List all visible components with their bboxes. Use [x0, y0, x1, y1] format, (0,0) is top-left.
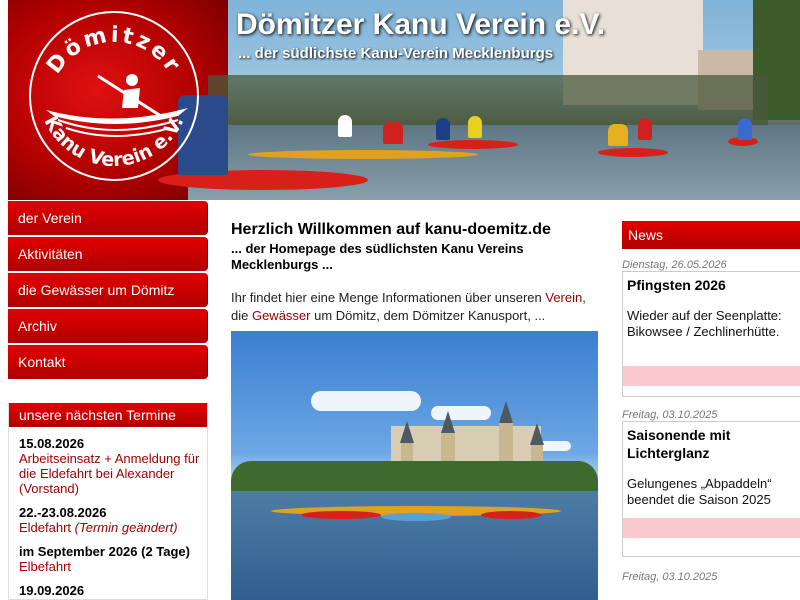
svg-text:Dömitzer: Dömitzer: [42, 22, 186, 78]
news-text: Gelungenes „Abpaddeln“ beendet die Saiso…: [627, 476, 772, 507]
welcome-lead: ... der Homepage des südlichsten Kanu Ve…: [231, 241, 524, 272]
news-card: Pfingsten 2026 Wieder auf der Seenplatte…: [622, 271, 800, 397]
paddler: [436, 118, 450, 140]
news-date: Freitag, 03.10.2025: [622, 571, 718, 583]
kayak: [381, 513, 451, 521]
link-verein[interactable]: Verein: [545, 290, 582, 305]
event-item: im September 2026 (2 Tage) Elbefahrt: [9, 544, 207, 574]
event-item: 22.-23.08.2026 Eldefahrt (Termin geänder…: [9, 505, 207, 535]
event-text: Eldefahrt (Termin geändert): [19, 520, 201, 535]
event-date: im September 2026 (2 Tage): [19, 544, 190, 559]
kayak: [248, 150, 478, 159]
event-text: Arbeitseinsatz + Anmeldung für die Eldef…: [19, 451, 200, 496]
event-note: (Termin geändert): [74, 520, 178, 535]
news-date: Freitag, 03.10.2025: [622, 409, 718, 421]
main-navigation: der Verein Aktivitäten die Gewässer um D…: [8, 201, 208, 381]
kayak: [428, 140, 518, 149]
nav-item-archiv[interactable]: Archiv: [8, 309, 208, 343]
paddler: [468, 116, 482, 138]
nav-item-kontakt[interactable]: Kontakt: [8, 345, 208, 379]
intro-paragraph: Ihr findet hier eine Menge Informationen…: [231, 289, 601, 325]
paddler: [638, 118, 652, 140]
news-footer-bar: [623, 518, 800, 538]
news-item[interactable]: Dienstag, 26.05.2026 Pfingsten 2026 Wied…: [622, 259, 800, 397]
paddler: [738, 118, 752, 140]
site-title: Dömitzer Kanu Verein e.V.: [236, 8, 606, 41]
intro-text: Ihr findet hier eine Menge Informationen…: [231, 290, 546, 305]
event-date: 15.08.2026: [19, 436, 85, 451]
event-date: 19.09.2026: [19, 583, 85, 598]
intro-text: um Dömitz, dem Dömitzer Kanusport, ...: [310, 308, 546, 323]
news-card: Saisonende mit Lichterglanz Gelungenes „…: [622, 421, 800, 557]
kayak: [301, 511, 381, 519]
upcoming-events-box: unsere nächsten Termine 15.08.2026 Arbei…: [8, 403, 208, 600]
paddler: [338, 115, 352, 137]
event-item: 19.09.2026: [9, 583, 207, 598]
header-banner: Dömitzer Kanu Verein e.V. Dömitzer Kanu …: [8, 0, 800, 200]
upcoming-events-heading: unsere nächsten Termine: [9, 403, 207, 427]
news-title[interactable]: Pfingsten 2026: [623, 272, 800, 294]
event-text: Elbefahrt: [19, 559, 72, 574]
news-title[interactable]: Saisonende mit Lichterglanz: [623, 422, 800, 462]
news-footer-bar: [623, 366, 800, 386]
nav-item-gewaesser[interactable]: die Gewässer um Dömitz: [8, 273, 208, 307]
news-item[interactable]: Freitag, 03.10.2025: [622, 571, 800, 583]
logo-text-top: Dömitzer: [42, 22, 183, 78]
news-date: Dienstag, 26.05.2026: [622, 259, 727, 271]
news-sidebar: News Dienstag, 26.05.2026 Pfingsten 2026…: [622, 221, 800, 583]
event-item: 15.08.2026 Arbeitseinsatz + Anmeldung fü…: [9, 436, 207, 496]
kayak: [481, 511, 541, 519]
paddler: [383, 122, 403, 144]
paddler: [608, 124, 628, 146]
club-logo: Dömitzer Kanu Verein e.V.: [29, 11, 199, 181]
main-content: Herzlich Willkommen auf kanu-doemitz.de …: [231, 221, 601, 325]
news-text: Wieder auf der Seenplatte: Bikowsee / Ze…: [627, 308, 782, 339]
kayak: [598, 148, 668, 157]
event-text-main: Eldefahrt: [19, 520, 72, 535]
news-item[interactable]: Freitag, 03.10.2025 Saisonende mit Licht…: [622, 409, 800, 557]
welcome-heading: Herzlich Willkommen auf kanu-doemitz.de: [231, 221, 551, 238]
banner-riverbank: [208, 75, 768, 130]
nav-item-aktivitaeten[interactable]: Aktivitäten: [8, 237, 208, 271]
group-photo: [231, 331, 598, 600]
news-heading: News: [622, 221, 800, 249]
nav-item-verein[interactable]: der Verein: [8, 201, 208, 235]
link-gewaesser[interactable]: Gewässer: [252, 308, 311, 323]
event-date: 22.-23.08.2026: [19, 505, 107, 520]
site-subtitle: ... der südlichste Kanu-Verein Mecklenbu…: [238, 45, 554, 62]
